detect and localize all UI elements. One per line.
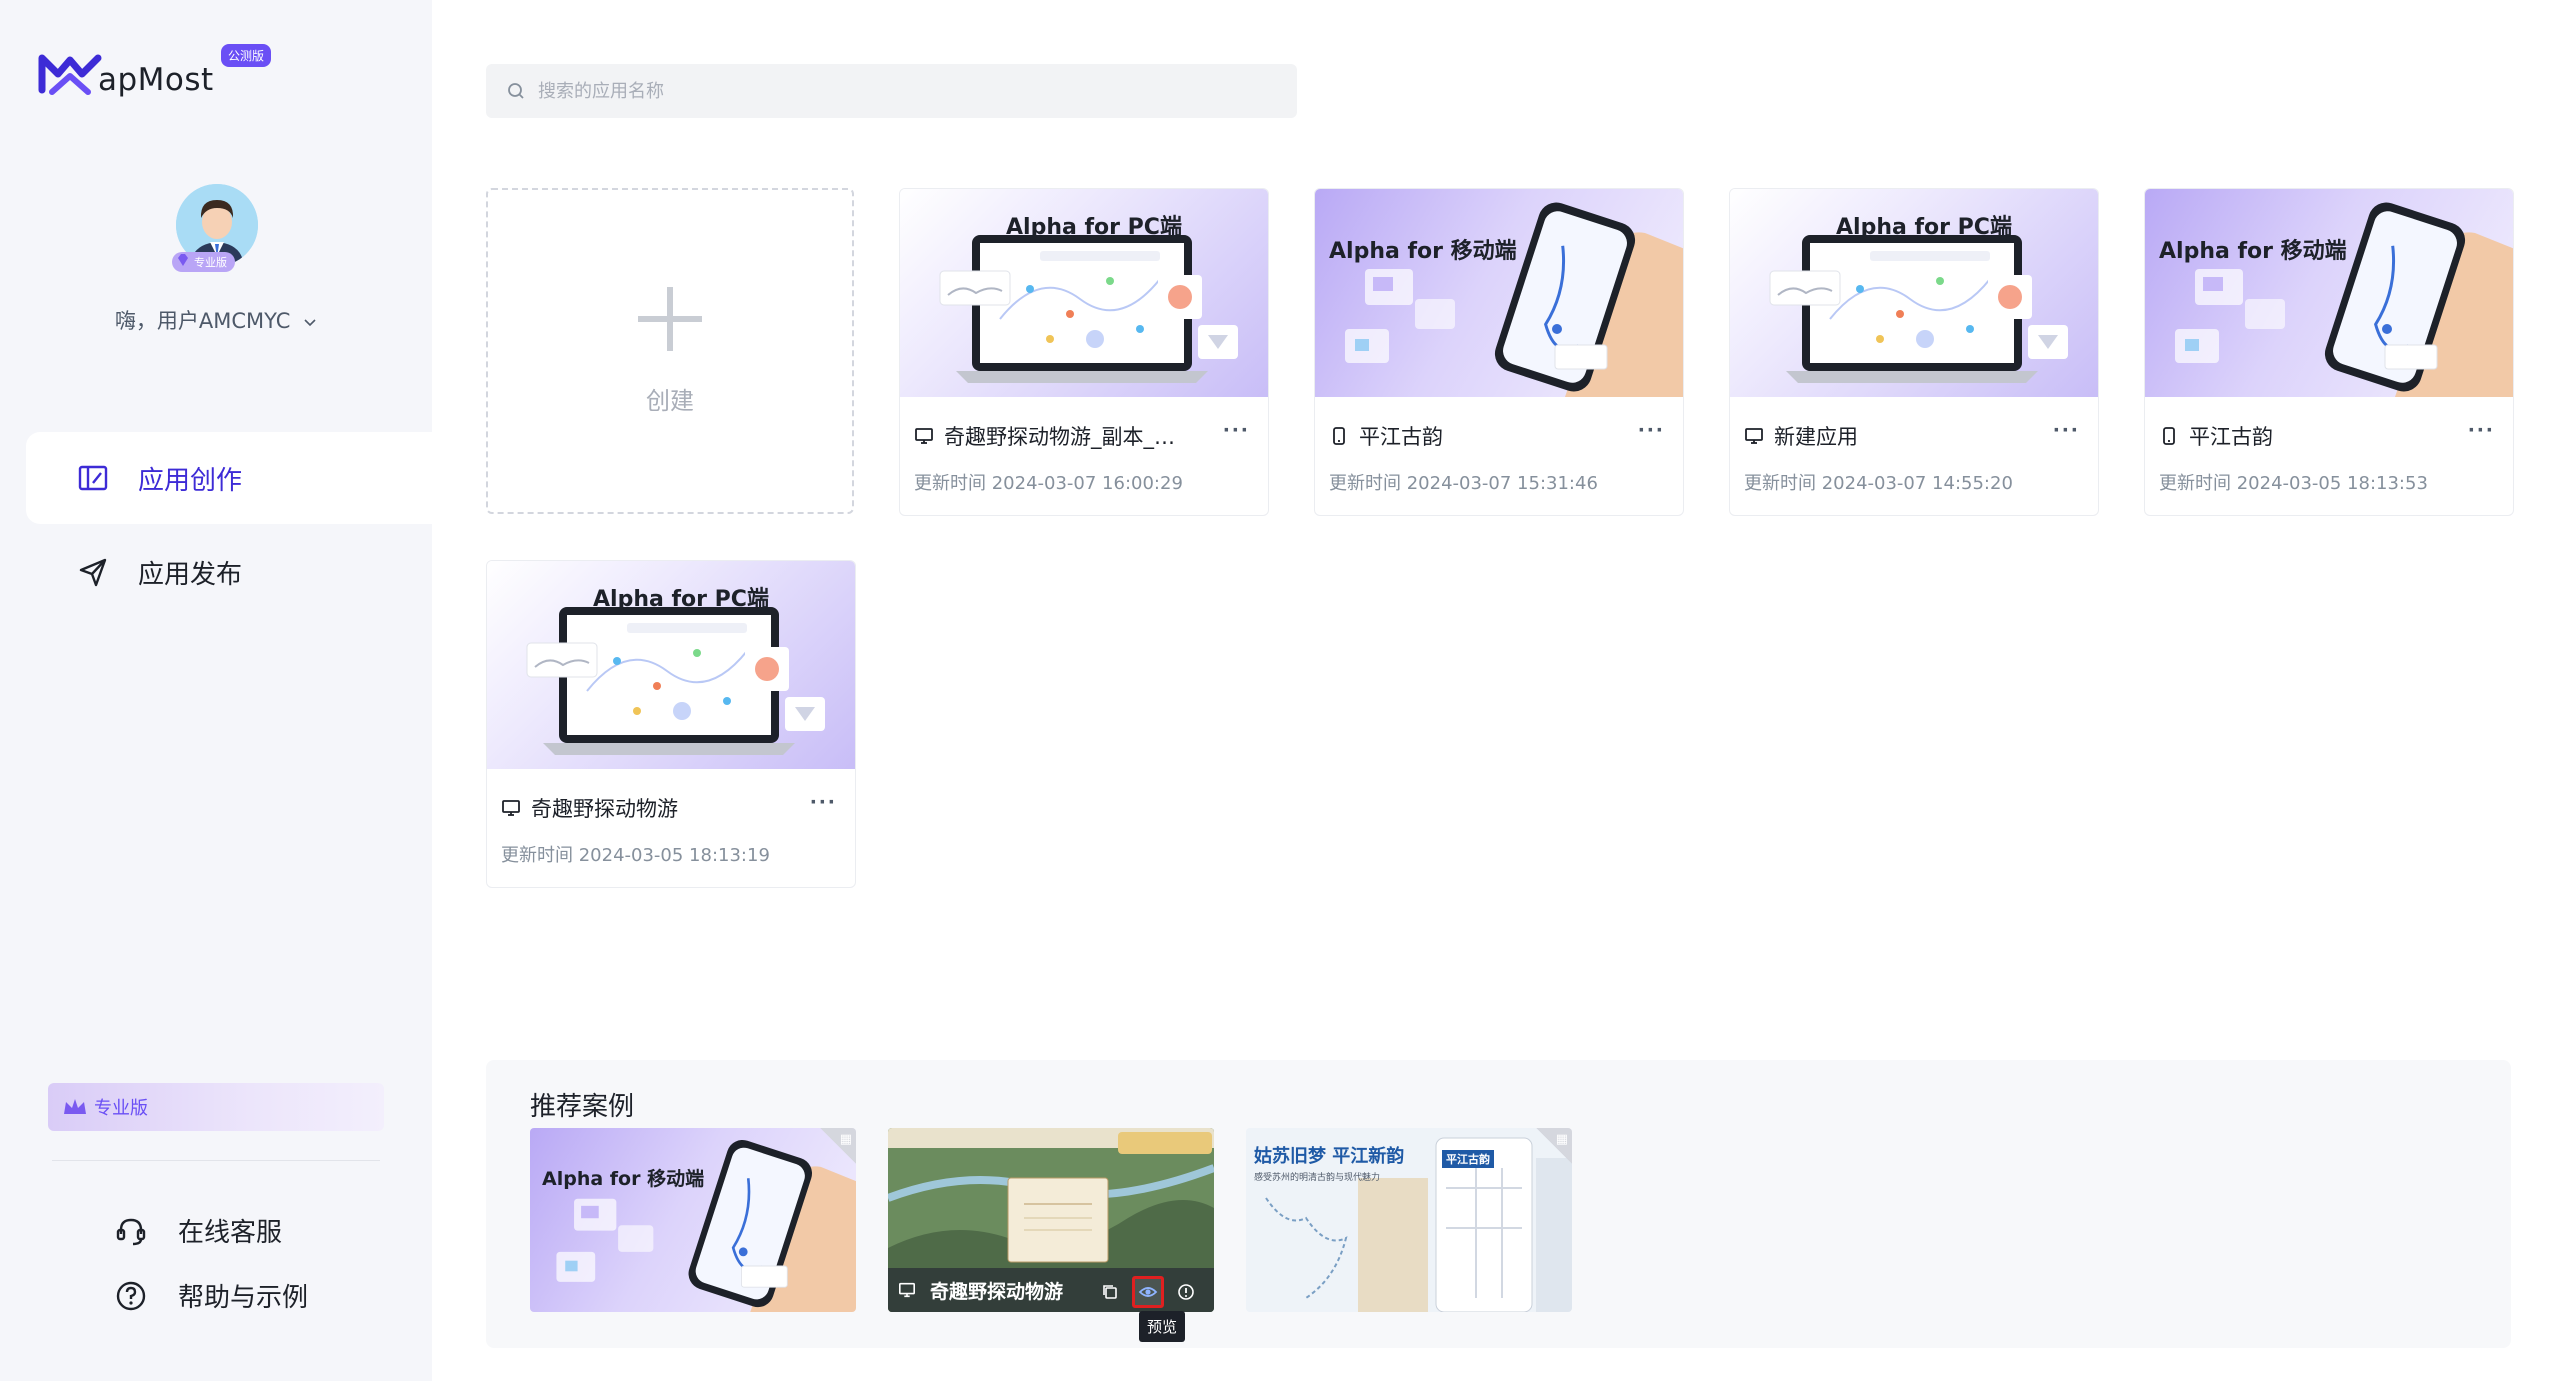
app-updated-time: 更新时间 2024-03-07 16:00:29	[914, 473, 1183, 494]
app-name-text: 新建应用	[1774, 425, 1858, 449]
mobile-phone-icon	[1333, 427, 1345, 445]
recommended-thumb-title: Alpha for 移动端	[542, 1168, 705, 1190]
help-circle-icon	[116, 1281, 146, 1310]
app-thumbnail: Alpha for PC端	[1730, 189, 2098, 397]
online-support-link[interactable]: 在线客服	[114, 1212, 282, 1249]
copy-button[interactable]	[1094, 1276, 1126, 1308]
recommended-thumb-tag: 平江古韵	[1442, 1150, 1494, 1168]
app-name-text: 平江古韵	[1359, 425, 1443, 449]
search-input[interactable]	[538, 80, 1278, 102]
phone-illustration-icon	[2173, 196, 2513, 397]
qr-code-icon[interactable]: ▦	[820, 1128, 856, 1164]
crown-icon	[64, 1099, 86, 1114]
create-label: 创建	[646, 386, 694, 415]
thumbnail-title: Alpha for PC端	[1836, 215, 2012, 240]
user-avatar[interactable]: 专业版	[172, 184, 258, 272]
info-button[interactable]	[1170, 1276, 1202, 1308]
recommended-card[interactable]: 姑苏旧梦 平江新韵 感受苏州的明清古韵与现代魅力 平江古韵 ▦	[1246, 1128, 1572, 1312]
monitor-icon	[502, 800, 520, 816]
chevron-down-icon	[303, 309, 317, 333]
app-card[interactable]: Alpha for PC端 奇趣野探动物游 ··· 更新时间 2024-03-0…	[486, 560, 856, 888]
mapmost-m-icon	[38, 54, 102, 95]
more-menu-button[interactable]: ···	[1638, 417, 1665, 445]
send-icon	[79, 558, 107, 587]
bottom-link-label: 帮助与示例	[178, 1283, 309, 1313]
help-examples-link[interactable]: 帮助与示例	[114, 1277, 308, 1314]
app-name: 新建应用	[1744, 421, 2024, 451]
more-menu-button[interactable]: ···	[810, 789, 837, 817]
avatar-badge-label: 专业版	[194, 256, 227, 269]
app-updated-time: 更新时间 2024-03-07 15:31:46	[1329, 473, 1598, 494]
mobile-phone-icon	[2163, 427, 2175, 445]
recommended-title: 推荐案例	[530, 1092, 635, 1122]
recommended-card-bar: 奇趣野探动物游	[888, 1268, 1214, 1312]
more-menu-button[interactable]: ···	[2053, 417, 2080, 445]
app-name: 奇趣野探动物游_副本_…	[914, 421, 1194, 451]
preview-button[interactable]	[1132, 1276, 1164, 1308]
nav-item-label: 应用发布	[138, 559, 243, 590]
thumbnail-title: Alpha for 移动端	[1329, 239, 1517, 264]
bottom-link-label: 在线客服	[178, 1218, 283, 1248]
plan-badge-bar[interactable]: 专业版	[48, 1083, 384, 1131]
nav-item-app-publish[interactable]: 应用发布	[26, 526, 432, 618]
app-thumbnail: Alpha for PC端	[487, 561, 855, 769]
gem-icon	[178, 254, 188, 266]
more-menu-button[interactable]: ···	[2468, 417, 2495, 445]
plan-label: 专业版	[94, 1098, 148, 1119]
app-card[interactable]: Alpha for PC端 奇趣野探动物游_副本_… ··· 更新时间 2024…	[899, 188, 1269, 516]
avatar-plan-badge: 专业版	[172, 252, 235, 272]
app-create-icon	[78, 465, 108, 491]
info-icon	[1178, 1284, 1194, 1300]
app-thumbnail: Alpha for 移动端	[2145, 189, 2513, 397]
recommended-card-actions	[1088, 1276, 1202, 1308]
app-name-text: 奇趣野探动物游_副本_…	[944, 425, 1175, 449]
app-updated-time: 更新时间 2024-03-05 18:13:19	[501, 845, 770, 866]
recommended-card[interactable]: 奇趣野探动物游	[888, 1128, 1214, 1312]
app-card[interactable]: Alpha for PC端 新建应用 ··· 更新时间 2024-03-07 1…	[1729, 188, 2099, 516]
thumbnail-title: Alpha for 移动端	[2159, 239, 2347, 264]
app-updated-time: 更新时间 2024-03-05 18:13:53	[2159, 473, 2428, 494]
phone-illustration-icon	[555, 1134, 856, 1312]
app-name: 平江古韵	[1329, 421, 1609, 451]
sidebar: apMost 公测版 专业版 嗨，用户AMCMYC 应用创作 应用发布 专业版 …	[0, 0, 432, 1381]
preview-tooltip: 预览	[1139, 1311, 1186, 1342]
plus-icon	[638, 286, 702, 351]
app-card[interactable]: Alpha for 移动端 平江古韵 ··· 更新时间 2024-03-07 1…	[1314, 188, 1684, 516]
recommended-thumb-subtitle: 感受苏州的明清古韵与现代魅力	[1254, 1173, 1381, 1183]
logo-text: apMost	[98, 62, 214, 98]
beta-badge: 公测版	[221, 44, 272, 67]
thumbnail-title: Alpha for PC端	[593, 587, 769, 612]
app-card[interactable]: Alpha for 移动端 平江古韵 ··· 更新时间 2024-03-05 1…	[2144, 188, 2514, 516]
monitor-icon	[1745, 428, 1763, 444]
divider	[52, 1160, 380, 1161]
headset-icon	[116, 1218, 146, 1245]
recommended-thumb-title: 姑苏旧梦 平江新韵	[1254, 1146, 1405, 1167]
app-thumbnail: Alpha for 移动端	[1315, 189, 1683, 397]
app-thumbnail: Alpha for PC端	[900, 189, 1268, 397]
search-icon	[508, 83, 524, 99]
nav-item-label: 应用创作	[138, 465, 243, 496]
qr-code-icon[interactable]: ▦	[1536, 1128, 1572, 1164]
app-name-text: 平江古韵	[2189, 425, 2273, 449]
app-name: 平江古韵	[2159, 421, 2439, 451]
monitor-icon	[898, 1282, 916, 1298]
app-updated-time: 更新时间 2024-03-07 14:55:20	[1744, 473, 2013, 494]
more-menu-button[interactable]: ···	[1223, 417, 1250, 445]
thumbnail-title: Alpha for PC端	[1006, 215, 1182, 240]
nav-item-app-create[interactable]: 应用创作	[26, 432, 432, 524]
recommended-panel: 推荐案例 Alpha for 移动端 ▦ 奇趣野探动物游 姑苏旧梦 平江新韵 感…	[486, 1060, 2511, 1348]
search-bar[interactable]	[486, 64, 1297, 118]
user-menu[interactable]: 嗨，用户AMCMYC	[0, 305, 432, 335]
create-app-card[interactable]: 创建	[486, 188, 854, 514]
monitor-icon	[915, 428, 933, 444]
app-name: 奇趣野探动物游	[501, 793, 781, 823]
recommended-card-name: 奇趣野探动物游	[930, 1280, 1064, 1303]
user-greeting-text: 嗨，用户AMCMYC	[114, 309, 291, 333]
copy-icon	[1103, 1285, 1117, 1299]
mapmost-logo[interactable]: apMost	[38, 50, 214, 98]
eye-icon	[1138, 1287, 1158, 1297]
app-name-text: 奇趣野探动物游	[531, 797, 678, 821]
recommended-card[interactable]: Alpha for 移动端 ▦	[530, 1128, 856, 1312]
phone-illustration-icon	[1343, 196, 1683, 397]
